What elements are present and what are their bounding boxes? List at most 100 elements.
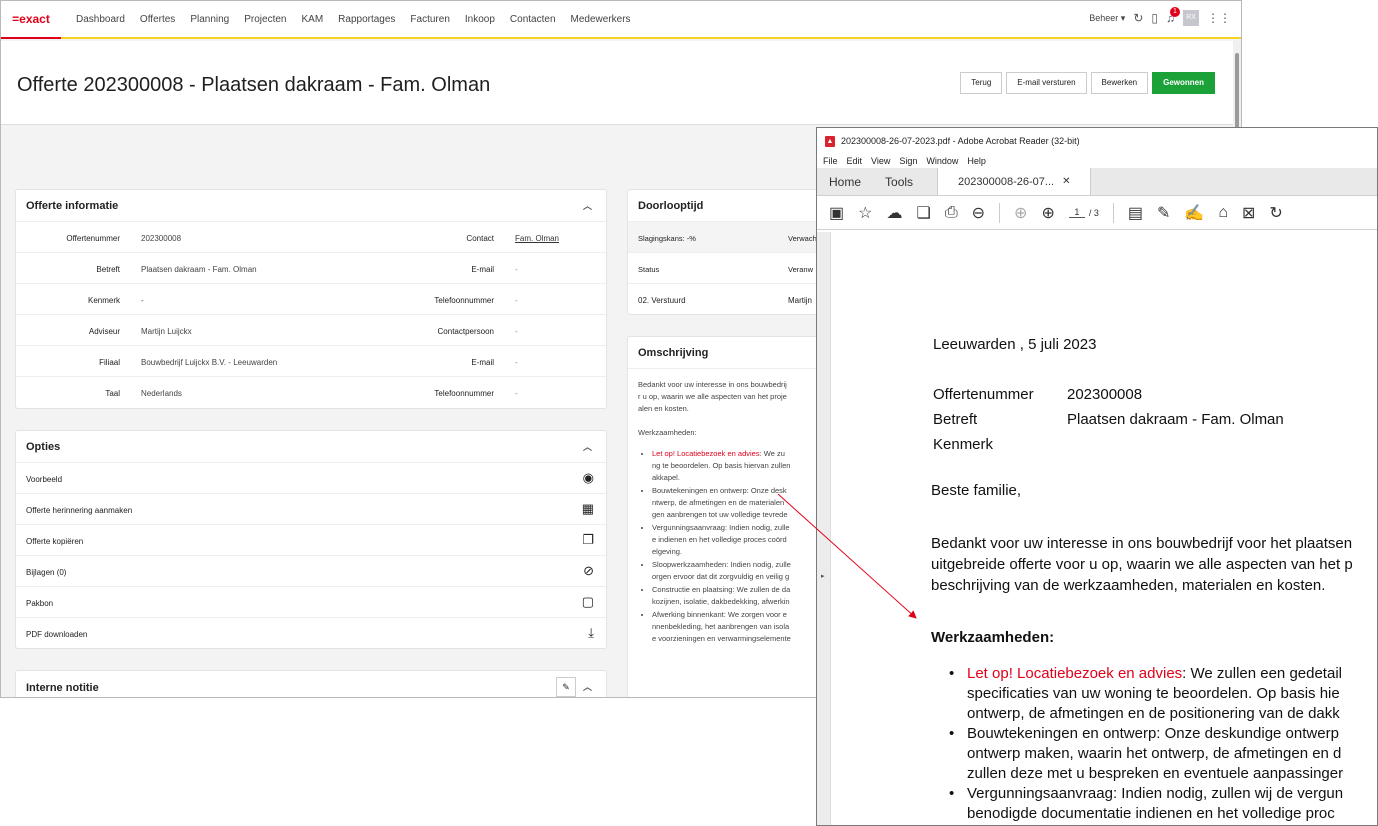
description-line: alen en kosten. <box>638 404 689 413</box>
field-label: E-mail <box>471 265 494 274</box>
nav-offertes[interactable]: Offertes <box>140 14 175 25</box>
star-icon[interactable]: ☆ <box>858 203 872 223</box>
pdf-file-icon: ▲ <box>825 135 835 147</box>
option-pdf-download[interactable]: PDF downloaden ⤓ <box>16 618 606 648</box>
beheer-menu[interactable]: Beheer ▾ <box>1089 13 1125 24</box>
lead-time-card: Doorlooptijd Slagingskans: -% Verwach St… <box>627 189 837 315</box>
stamp-icon[interactable]: ⌂ <box>1218 204 1228 222</box>
field-label: Kenmerk <box>87 296 120 305</box>
beheer-label: Beheer <box>1089 12 1119 23</box>
nav-kam[interactable]: KAM <box>301 14 323 25</box>
list-item: Bouwtekeningen en ontwerp: Onze deskntwe… <box>652 485 826 521</box>
calendar-icon: ▦ <box>581 501 594 516</box>
lead-time-row: Slagingskans: -% Verwach <box>628 222 836 253</box>
field-value: Nederlands <box>141 389 182 398</box>
option-label: Offerte herinnering aanmaken <box>26 506 133 515</box>
tab-document[interactable]: 202300008-26-07... ✕ <box>937 168 1092 195</box>
pencil-icon[interactable]: ✎ <box>556 677 576 697</box>
page-number-input[interactable]: 1 <box>1068 207 1085 218</box>
bell-icon[interactable]: ♫ 1 <box>1166 7 1180 25</box>
info-row: Offertenummer 202300008 Contact Fam. Olm… <box>16 222 606 253</box>
rotate-icon[interactable]: ↻ <box>1269 203 1282 223</box>
pdf-work-heading: Werkzaamheden: <box>931 629 1055 646</box>
menu-help[interactable]: Help <box>967 156 986 166</box>
edit-button[interactable]: Bewerken <box>1090 72 1149 94</box>
card-header: Opties ︿ <box>16 431 606 463</box>
description-line: Bedankt voor uw interesse in ons bouwbed… <box>638 380 787 389</box>
internal-note-card: Interne notitie ✎ ︿ <box>15 670 607 697</box>
download-icon: ⤓ <box>588 625 594 640</box>
paperclip-icon: ⊘ <box>583 563 594 578</box>
send-email-button[interactable]: E-mail versturen <box>1006 72 1087 94</box>
delete-icon[interactable]: ⊠ <box>1242 203 1255 223</box>
nav-projecten[interactable]: Projecten <box>244 14 286 25</box>
won-button[interactable]: Gewonnen <box>1152 72 1215 94</box>
acrobat-title-bar: ▲ 202300008-26-07-2023.pdf - Adobe Acrob… <box>817 128 1377 154</box>
document-icon: ▢ <box>581 594 594 609</box>
option-label: Pakbon <box>26 599 54 608</box>
field-label: Telefoonnummer <box>434 296 494 305</box>
close-tab-icon[interactable]: ✕ <box>1062 176 1070 187</box>
description-text: Bedankt voor uw interesse in ons bouwbed… <box>628 369 836 645</box>
highlight-pen-icon[interactable]: ✎ <box>1157 203 1170 223</box>
menu-view[interactable]: View <box>871 156 890 166</box>
option-attachments[interactable]: Bijlagen (0) ⊘ <box>16 556 606 587</box>
menu-sign[interactable]: Sign <box>899 156 917 166</box>
field-value: Bouwbedrijf Luijckx B.V. - Leeuwarden <box>141 358 278 367</box>
chevron-up-icon[interactable]: ︿ <box>583 199 592 212</box>
option-preview[interactable]: Voorbeeld ◉ <box>16 463 606 494</box>
lead-time-row: Status Veranw <box>628 253 836 284</box>
pdf-greeting: Beste familie, <box>931 482 1022 499</box>
pdf-viewport[interactable]: ▸ Leeuwarden , 5 juli 2023 Offertenummer… <box>817 232 1377 825</box>
menu-window[interactable]: Window <box>926 156 958 166</box>
nav-right-tools: Beheer ▾ ↻ ▯ ♫ 1 RX ⋮⋮ <box>1089 7 1231 26</box>
menu-file[interactable]: File <box>823 156 838 166</box>
option-label: Bijlagen (0) <box>26 568 67 577</box>
back-button[interactable]: Terug <box>960 72 1003 94</box>
page-down-icon[interactable]: ⊕ <box>1041 203 1054 223</box>
upload-cloud-icon[interactable]: ☁ <box>886 203 902 223</box>
page-up-icon[interactable]: ⊕ <box>1014 203 1027 223</box>
chevron-up-icon[interactable]: ︿ <box>583 680 592 693</box>
zoom-out-icon[interactable]: ⊖ <box>972 203 985 223</box>
bookmark-icon[interactable]: ▯ <box>1151 11 1158 25</box>
nav-facturen[interactable]: Facturen <box>410 14 449 25</box>
sign-icon[interactable]: ✍ <box>1184 203 1204 223</box>
info-row: Taal Nederlands Telefoonnummer - <box>16 377 606 408</box>
offer-info-card: Offerte informatie ︿ Offertenummer 20230… <box>15 189 607 409</box>
option-reminder[interactable]: Offerte herinnering aanmaken ▦ <box>16 494 606 525</box>
nav-dashboard[interactable]: Dashboard <box>76 14 125 25</box>
contact-link[interactable]: Fam. Olman <box>515 234 559 243</box>
responsible-label: Veranw <box>788 265 814 274</box>
page-title: Offerte 202300008 - Plaatsen dakraam - F… <box>17 74 491 96</box>
page-total: / 3 <box>1088 207 1099 218</box>
menu-edit[interactable]: Edit <box>847 156 863 166</box>
pdf-label: Offertenummer <box>933 386 1034 403</box>
avatar[interactable]: RX <box>1183 10 1199 26</box>
nav-medewerkers[interactable]: Medewerkers <box>571 14 631 25</box>
print-icon[interactable]: ⎙ <box>945 204 958 222</box>
option-packing-slip[interactable]: Pakbon ▢ <box>16 587 606 618</box>
tab-tools[interactable]: Tools <box>873 168 925 195</box>
card-header: Interne notitie ✎ ︿ <box>16 671 606 697</box>
card-header: Omschrijving <box>628 337 836 369</box>
apps-grid-icon[interactable]: ⋮⋮ <box>1207 11 1231 25</box>
nav-rapportages[interactable]: Rapportages <box>338 14 395 25</box>
chevron-up-icon[interactable]: ︿ <box>583 440 592 453</box>
nav-contacten[interactable]: Contacten <box>510 14 556 25</box>
comment-icon[interactable]: ▤ <box>1128 203 1143 223</box>
pdf-list: • Let op! Locatiebezoek en advies: We zul… <box>949 665 1344 822</box>
file-search-icon[interactable]: ❏ <box>916 203 930 223</box>
field-label: Contactpersoon <box>437 327 494 336</box>
exact-logo[interactable]: =exact <box>1 1 61 39</box>
nav-inkoop[interactable]: Inkoop <box>465 14 495 25</box>
nav-planning[interactable]: Planning <box>190 14 229 25</box>
tab-home[interactable]: Home <box>817 168 873 195</box>
save-icon[interactable]: ▣ <box>829 203 844 223</box>
option-copy[interactable]: Offerte kopiëren ❐ <box>16 525 606 556</box>
pdf-label: Betreft <box>933 411 978 428</box>
pdf-paragraph: Bedankt voor uw interesse in ons bouwbed… <box>931 535 1353 552</box>
sync-icon[interactable]: ↻ <box>1133 11 1143 25</box>
page-header: Offerte 202300008 - Plaatsen dakraam - F… <box>1 41 1233 125</box>
expand-panel-icon[interactable]: ▸ <box>821 572 825 580</box>
